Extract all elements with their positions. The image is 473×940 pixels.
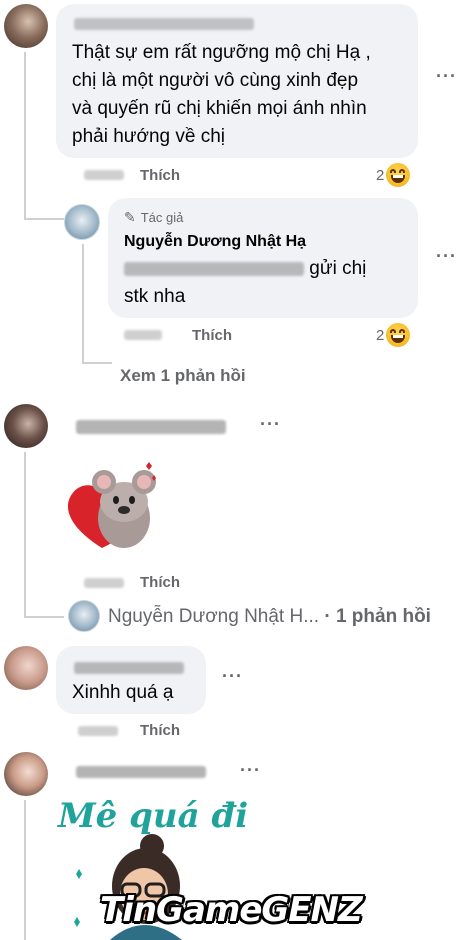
comment-text: Xinhh quá ạ [72, 682, 174, 703]
thread-line [24, 52, 26, 220]
like-button[interactable]: Thích [140, 167, 180, 184]
sticker-text: Mê quá đi [58, 796, 249, 836]
comment-time-blurred[interactable] [84, 170, 124, 180]
thread-line [24, 452, 26, 618]
thread-line [24, 800, 26, 940]
commenter-avatar[interactable] [4, 646, 48, 690]
comment-author-blurred[interactable] [74, 662, 184, 674]
author-badge: ✎ Tác giả [124, 209, 183, 226]
haha-reaction-icon [386, 163, 411, 187]
reaction-summary[interactable]: 2 [376, 323, 411, 347]
reply-summary-author: Nguyễn Dương Nhật H... [108, 606, 320, 627]
reply-time-blurred[interactable] [124, 330, 162, 340]
comment-bubble: Xinhh quá ạ [56, 646, 206, 714]
hamster-with-heart-sticker [60, 452, 170, 562]
reply-text-line2: stk nha [124, 286, 186, 307]
reply-author-avatar[interactable] [68, 600, 100, 632]
reply-text-after-mention: gửi chị [304, 258, 367, 279]
more-options-icon[interactable]: ··· [222, 666, 243, 687]
comment-author-blurred[interactable] [76, 766, 206, 778]
thread-line-branch [82, 362, 112, 364]
reply-summary-count: · 1 phản hồi [324, 606, 431, 627]
like-button[interactable]: Thích [140, 574, 180, 591]
more-options-icon[interactable]: ··· [436, 246, 457, 267]
view-replies-link[interactable]: Xem 1 phản hồi [120, 366, 246, 386]
like-button[interactable]: Thích [140, 722, 180, 739]
haha-reaction-icon [386, 323, 411, 347]
comment-text-line: phải hướng về chị [72, 126, 225, 147]
more-options-icon[interactable]: ··· [240, 760, 261, 781]
reply-text-line1: gửi chị [124, 256, 366, 282]
commenter-avatar[interactable] [4, 404, 48, 448]
more-options-icon[interactable]: ··· [436, 66, 457, 87]
pencil-icon: ✎ [124, 209, 136, 225]
commenter-avatar[interactable] [4, 752, 48, 796]
thread-line-branch [24, 218, 64, 220]
author-badge-label: Tác giả [140, 210, 184, 225]
mention-blurred[interactable] [124, 261, 304, 276]
comment-author-blurred[interactable] [74, 18, 254, 30]
comment-time-blurred[interactable] [78, 726, 118, 736]
watermark-logo: TinGameGENZ [100, 890, 363, 930]
commenter-avatar[interactable] [4, 4, 48, 48]
comment-time-blurred[interactable] [84, 578, 124, 588]
reaction-summary[interactable]: 2 [376, 163, 411, 187]
like-button[interactable]: Thích [192, 327, 232, 344]
author-avatar[interactable] [64, 204, 100, 240]
reply-summary-link[interactable]: Nguyễn Dương Nhật H... · 1 phản hồi [108, 606, 431, 628]
reply-bubble: ✎ Tác giả Nguyễn Dương Nhật Hạ gửi chị s… [108, 198, 418, 318]
thread-line [82, 244, 84, 364]
comment-text-line: và quyến rũ chị khiến mọi ánh nhìn [72, 98, 367, 119]
thread-line-branch [24, 616, 64, 618]
comment-text-line: chị là một người vô cùng xinh đẹp [72, 70, 359, 91]
comment-author-blurred[interactable] [76, 420, 226, 434]
reply-author-name[interactable]: Nguyễn Dương Nhật Hạ [124, 233, 306, 251]
comment-text-line: Thật sự em rất ngưỡng mộ chị Hạ , [72, 42, 371, 63]
comment-bubble: Thật sự em rất ngưỡng mộ chị Hạ , chị là… [56, 4, 418, 158]
reaction-count: 2 [376, 326, 385, 344]
reaction-count: 2 [376, 166, 385, 184]
more-options-icon[interactable]: ··· [260, 414, 281, 435]
